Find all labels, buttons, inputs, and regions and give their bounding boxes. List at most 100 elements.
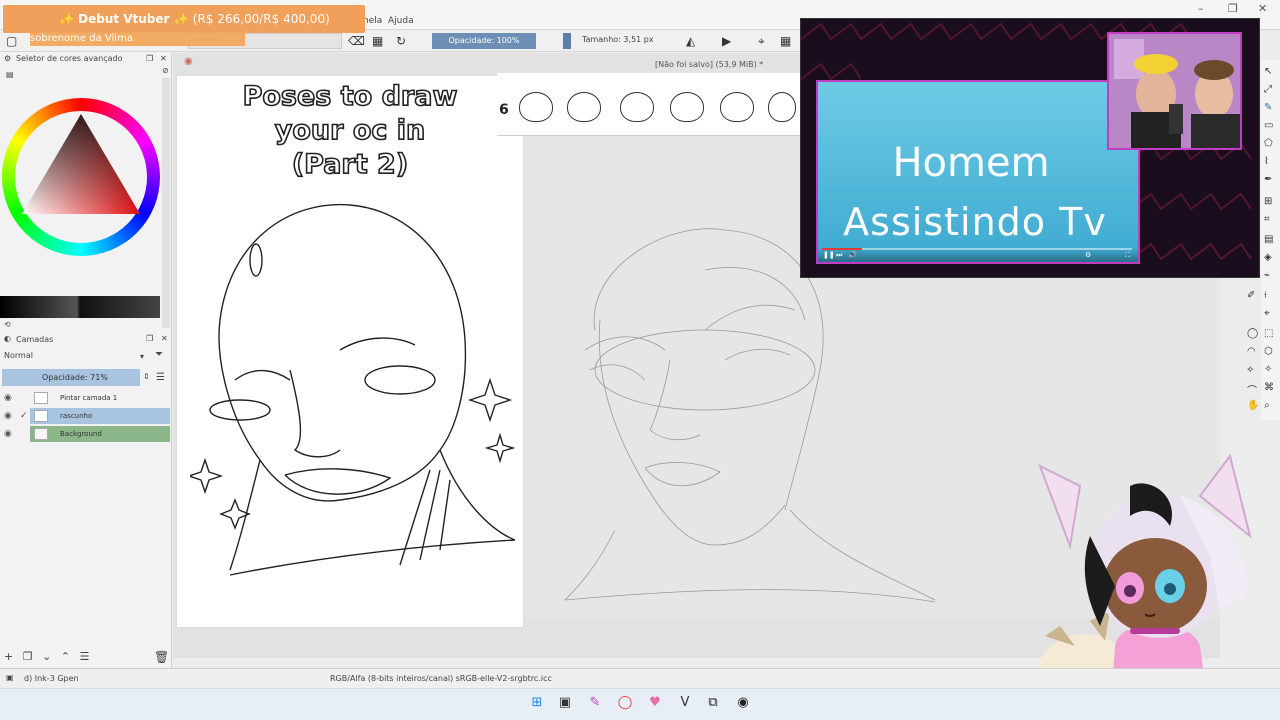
document-status: [Não foi salvo] (53,9 MiB) * xyxy=(655,60,764,69)
layer-row[interactable]: Pintar camada 1 xyxy=(30,390,170,406)
recording-icon[interactable]: ◉ xyxy=(734,694,752,712)
freehand-path-icon[interactable]: ✐ xyxy=(1247,290,1255,301)
assistant-tool-icon[interactable]: ⌖ xyxy=(1264,308,1270,319)
path-tool-icon[interactable]: ⌇ xyxy=(1264,156,1269,167)
brush-settings-icon[interactable]: ⚙ xyxy=(4,54,11,63)
close-icon[interactable]: ✕ xyxy=(1258,2,1267,15)
color-triangle[interactable] xyxy=(22,114,140,214)
bezier-select-icon[interactable]: ⌒ xyxy=(1247,382,1257,397)
sticker-face xyxy=(768,92,796,122)
banner-title: ✨ Debut Vtuber ✨ xyxy=(59,12,189,26)
refresh-icon[interactable]: ⟲ xyxy=(4,320,11,329)
checkmark-icon: ✓ xyxy=(20,411,28,421)
reload-preset-icon[interactable]: ↻ xyxy=(396,34,406,48)
fill-tool-icon[interactable]: ◈ xyxy=(1264,252,1272,263)
close-panel-icon[interactable]: ✕ xyxy=(160,54,167,63)
workspace-icon[interactable]: ▦ xyxy=(780,34,791,48)
size-slider-handle[interactable] xyxy=(563,33,571,49)
krita-taskbar-icon[interactable]: ✎ xyxy=(586,694,604,712)
contiguous-select-icon[interactable]: ⟡ xyxy=(1247,364,1254,375)
next-icon[interactable]: ⏭ xyxy=(836,251,842,260)
rect-select-icon[interactable]: ⬚ xyxy=(1264,328,1273,339)
sticker-face xyxy=(670,92,704,122)
settings-icon[interactable]: ⚙ xyxy=(1085,251,1091,259)
mirror-vertical-icon[interactable]: ▶ xyxy=(722,34,731,48)
layer-row[interactable]: Background xyxy=(30,426,170,442)
gradient-tool-icon[interactable]: ▤ xyxy=(1264,234,1273,245)
reset-color-icon[interactable]: ⊘ xyxy=(162,66,169,75)
eye-icon[interactable]: ◉ xyxy=(4,411,12,421)
layer-menu-icon[interactable]: ☰ xyxy=(156,372,165,383)
magic-select-icon[interactable]: ✧ xyxy=(1264,364,1272,375)
fullscreen-icon[interactable]: ⛶ xyxy=(1125,251,1130,260)
maximize-icon[interactable]: ❐ xyxy=(1228,2,1238,15)
grayscale-strip[interactable] xyxy=(0,296,160,318)
video-progress-track[interactable] xyxy=(822,248,1132,250)
layer-thumbnail xyxy=(34,410,48,422)
sticker-number: 6 xyxy=(499,102,509,118)
layer-name: rascunho xyxy=(60,412,93,420)
color-panel-scrollbar[interactable] xyxy=(162,78,170,328)
float-panel-icon[interactable]: ❐ xyxy=(146,54,153,63)
webcam-people xyxy=(1109,34,1240,148)
opacity-stepper-icon[interactable]: ⇕ xyxy=(143,372,150,381)
move-up-icon[interactable]: ⌃ xyxy=(61,650,70,663)
crop-tool-icon[interactable]: ⌗ xyxy=(1264,214,1270,225)
opacity-slider[interactable]: Opacidade: 100% xyxy=(432,33,536,49)
eraser-icon[interactable]: ⌫ xyxy=(348,34,365,48)
start-icon[interactable]: ⊞ xyxy=(528,694,546,712)
rectangle-tool-icon[interactable]: ▭ xyxy=(1264,120,1273,131)
eye-icon[interactable]: ◉ xyxy=(4,429,12,439)
color-panel-menu-icon[interactable]: ▤ xyxy=(6,70,14,79)
poly-select-icon[interactable]: ⬡ xyxy=(1264,346,1273,357)
reference-title-line: (Part 2) xyxy=(291,148,409,181)
banner-subtitle: sobrenome da Vilma xyxy=(30,32,245,46)
select-tool-icon[interactable]: ↖ xyxy=(1264,66,1272,77)
measure-tool-icon[interactable]: ⟊ xyxy=(1264,290,1267,301)
duplicate-layer-icon[interactable]: ❐ xyxy=(23,650,33,663)
volume-icon[interactable]: 🔊 xyxy=(848,251,857,259)
play-icon[interactable]: ❚❚ xyxy=(823,251,835,259)
chevron-down-icon[interactable]: ▾ xyxy=(140,352,144,361)
layer-blend-mode-select[interactable]: Normal xyxy=(2,349,146,363)
task-view-icon[interactable]: ▣ xyxy=(556,694,574,712)
move-down-icon[interactable]: ⌄ xyxy=(42,650,51,663)
outline-select-icon[interactable]: ◠ xyxy=(1247,346,1256,357)
minimize-icon[interactable]: – xyxy=(1198,2,1204,15)
alpha-lock-icon[interactable]: ▦ xyxy=(372,34,383,48)
add-layer-icon[interactable]: + xyxy=(4,650,13,663)
obs-icon[interactable]: ⧉ xyxy=(704,694,722,712)
float-layers-icon[interactable]: ❐ xyxy=(146,334,153,343)
calligraphy-tool-icon[interactable]: ✒ xyxy=(1264,174,1272,185)
pan-icon[interactable]: ✋ xyxy=(1247,400,1259,411)
size-slider[interactable]: Tamanho: 3,51 px xyxy=(578,33,668,49)
close-layers-icon[interactable]: ✕ xyxy=(161,334,168,343)
layer-opacity-slider[interactable]: Opacidade: 71% xyxy=(2,369,140,386)
wrap-around-icon[interactable]: ⌖ xyxy=(758,34,765,48)
transform-icon[interactable]: ⊞ xyxy=(1264,196,1272,207)
ellipse-select-icon[interactable]: ◯ xyxy=(1247,328,1258,339)
reference-title-line: Poses to draw xyxy=(242,80,458,113)
sticker-face xyxy=(620,92,654,122)
eye-icon[interactable]: ◉ xyxy=(4,393,12,403)
menu-item-window[interactable]: nela xyxy=(363,16,382,26)
similar-select-icon[interactable]: ⌘ xyxy=(1264,382,1274,393)
menu-item-help[interactable]: Ajuda xyxy=(388,16,414,26)
opera-icon[interactable]: ◯ xyxy=(616,694,634,712)
vtube-studio-icon[interactable]: V xyxy=(676,694,694,712)
layer-row-selected[interactable]: rascunho xyxy=(30,408,170,424)
krita-logo-icon: ◉ xyxy=(184,56,193,67)
polygon-tool-icon[interactable]: ⬠ xyxy=(1264,138,1273,149)
new-document-icon[interactable]: ▢ xyxy=(6,34,17,48)
heart-app-icon[interactable]: ♥ xyxy=(646,694,664,712)
delete-layer-icon[interactable]: 🗑 xyxy=(154,650,169,664)
banner-amount: (R$ 266,00/R$ 400,00) xyxy=(192,12,330,26)
filter-icon[interactable]: ⏷ xyxy=(155,349,163,360)
properties-icon[interactable]: ☰ xyxy=(80,650,90,663)
transform-tool-icon[interactable]: ⤢ xyxy=(1264,84,1272,95)
video-progress-fill xyxy=(822,248,862,250)
eyedropper-icon[interactable]: ⌁ xyxy=(1264,270,1270,281)
mirror-horizontal-icon[interactable]: ◭ xyxy=(686,34,695,48)
brush-tool-icon[interactable]: ✎ xyxy=(1264,102,1272,113)
zoom-icon[interactable]: ⌕ xyxy=(1264,400,1270,411)
